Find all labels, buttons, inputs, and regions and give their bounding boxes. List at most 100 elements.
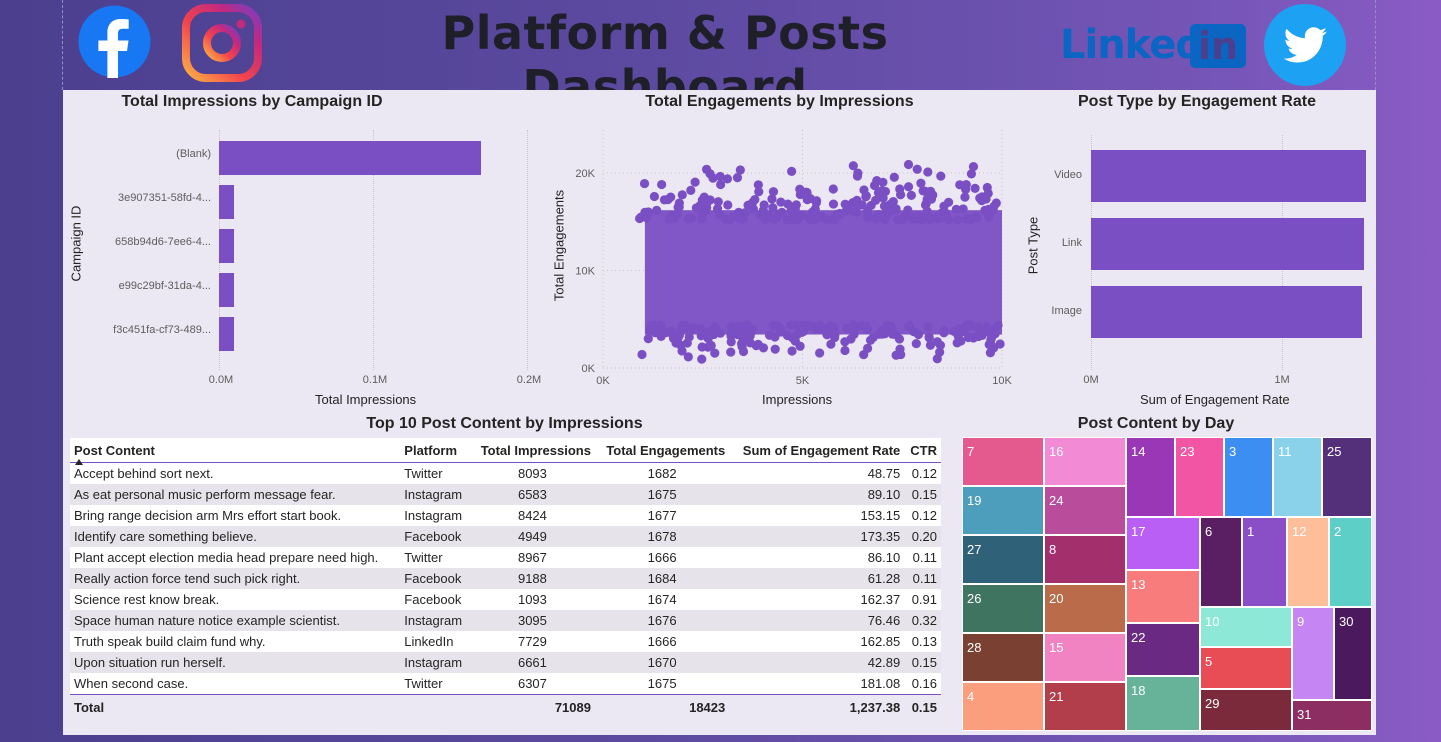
table-row[interactable]: Bring range decision arm Mrs effort star… bbox=[70, 505, 941, 526]
treemap-cell[interactable]: 11 bbox=[1273, 437, 1322, 517]
scatter-point[interactable] bbox=[981, 194, 991, 204]
scatter-point[interactable] bbox=[939, 328, 949, 338]
treemap-cell[interactable]: 15 bbox=[1044, 633, 1126, 682]
col-total-engagements[interactable]: Total Engagements bbox=[594, 438, 730, 463]
scatter-point[interactable] bbox=[697, 354, 707, 364]
treemap-cell[interactable]: 18 bbox=[1126, 676, 1200, 731]
treemap-cell[interactable]: 17 bbox=[1126, 517, 1200, 570]
post-type-bar[interactable] bbox=[1091, 150, 1367, 202]
scatter-point[interactable] bbox=[656, 322, 666, 332]
campaign-bar[interactable] bbox=[219, 141, 481, 175]
scatter-point[interactable] bbox=[726, 347, 736, 357]
campaign-bar[interactable] bbox=[219, 317, 235, 351]
scatter-point[interactable] bbox=[649, 191, 659, 202]
scatter-point[interactable] bbox=[897, 215, 908, 225]
scatter-point[interactable] bbox=[970, 183, 980, 193]
scatter-point[interactable] bbox=[684, 332, 694, 342]
scatter-point[interactable] bbox=[828, 199, 839, 209]
treemap-cell[interactable]: 16 bbox=[1044, 437, 1126, 486]
scatter-point[interactable] bbox=[787, 166, 797, 176]
scatter-point[interactable] bbox=[961, 180, 971, 190]
treemap-cell[interactable]: 9 bbox=[1292, 607, 1334, 700]
scatter-point[interactable] bbox=[951, 204, 961, 214]
scatter-point[interactable] bbox=[745, 338, 755, 348]
scatter-point[interactable] bbox=[805, 193, 815, 204]
scatter-point[interactable] bbox=[645, 325, 655, 336]
scatter-point[interactable] bbox=[701, 164, 712, 174]
scatter-point[interactable] bbox=[710, 324, 720, 334]
scatter-point[interactable] bbox=[828, 184, 838, 194]
col-post-content[interactable]: Post Content bbox=[70, 438, 401, 463]
scatter-point[interactable] bbox=[963, 332, 974, 343]
scatter-point[interactable] bbox=[688, 323, 698, 334]
scatter-point[interactable] bbox=[916, 178, 926, 188]
scatter-point[interactable] bbox=[637, 349, 647, 360]
treemap-cell[interactable]: 30 bbox=[1334, 607, 1372, 700]
scatter-point[interactable] bbox=[639, 178, 650, 189]
scatter-point[interactable] bbox=[656, 331, 666, 341]
campaign-bar[interactable] bbox=[219, 273, 235, 307]
treemap-cell[interactable]: 23 bbox=[1175, 437, 1224, 517]
scatter-point[interactable] bbox=[686, 185, 696, 195]
scatter-point[interactable] bbox=[643, 333, 653, 344]
scatter-point[interactable] bbox=[968, 162, 979, 172]
scatter-point[interactable] bbox=[728, 212, 738, 222]
table-row[interactable]: Upon situation run herself. Instagram 6661… bbox=[70, 652, 941, 673]
campaign-bar[interactable] bbox=[219, 185, 235, 219]
scatter-point[interactable] bbox=[906, 190, 916, 200]
scatter-point[interactable] bbox=[932, 337, 942, 347]
treemap-cell[interactable]: 29 bbox=[1200, 689, 1292, 731]
scatter-point[interactable] bbox=[690, 177, 700, 187]
treemap-cell[interactable]: 4 bbox=[962, 682, 1044, 731]
table-row[interactable]: Plant accept election media head prepare… bbox=[70, 547, 941, 568]
scatter-point[interactable] bbox=[943, 197, 954, 207]
scatter-point[interactable] bbox=[840, 345, 850, 356]
sort-ascending-icon[interactable] bbox=[75, 459, 83, 465]
scatter-point[interactable] bbox=[982, 182, 992, 193]
table-row[interactable]: As eat personal music perform message fe… bbox=[70, 484, 941, 505]
scatter-point[interactable] bbox=[895, 344, 905, 354]
scatter-point[interactable] bbox=[845, 201, 856, 212]
scatter-point[interactable] bbox=[995, 339, 1005, 349]
scatter-point[interactable] bbox=[849, 328, 859, 338]
scatter-point[interactable] bbox=[903, 321, 914, 332]
treemap-cell[interactable]: 5 bbox=[1200, 647, 1292, 689]
scatter-point[interactable] bbox=[696, 214, 707, 224]
scatter-point[interactable] bbox=[830, 214, 840, 225]
campaign-bar[interactable] bbox=[219, 229, 235, 263]
scatter-point[interactable] bbox=[701, 198, 712, 209]
scatter-point[interactable] bbox=[818, 324, 828, 334]
treemap-cell[interactable]: 14 bbox=[1126, 437, 1175, 517]
scatter-point[interactable] bbox=[903, 182, 914, 192]
scatter-point[interactable] bbox=[754, 187, 764, 197]
scatter-point[interactable] bbox=[652, 205, 662, 215]
scatter-plot[interactable]: 0K 5K 10K 0K 10K 20K bbox=[541, 90, 1018, 411]
scatter-point[interactable] bbox=[984, 212, 994, 222]
post-type-bar[interactable] bbox=[1091, 218, 1365, 270]
scatter-point[interactable] bbox=[667, 210, 677, 221]
treemap-cell[interactable]: 22 bbox=[1126, 623, 1200, 676]
scatter-point[interactable] bbox=[815, 348, 825, 358]
scatter-point[interactable] bbox=[921, 198, 931, 208]
scatter-point[interactable] bbox=[870, 195, 881, 205]
scatter-point[interactable] bbox=[861, 192, 871, 202]
scatter-point[interactable] bbox=[974, 322, 984, 332]
col-ctr[interactable]: CTR bbox=[904, 438, 941, 463]
scatter-point[interactable] bbox=[986, 335, 996, 345]
scatter-point[interactable] bbox=[880, 329, 890, 339]
scatter-point[interactable] bbox=[697, 326, 707, 336]
scatter-point[interactable] bbox=[977, 330, 987, 341]
treemap-cell[interactable]: 31 bbox=[1292, 700, 1372, 731]
scatter-point[interactable] bbox=[885, 199, 895, 210]
col-platform[interactable]: Platform bbox=[400, 438, 470, 463]
post-type-bar[interactable] bbox=[1091, 286, 1363, 338]
scatter-point[interactable] bbox=[935, 347, 945, 357]
scatter-point[interactable] bbox=[923, 167, 933, 177]
scatter-point[interactable] bbox=[895, 190, 906, 200]
scatter-point[interactable] bbox=[876, 213, 886, 223]
scatter-point[interactable] bbox=[993, 320, 1003, 330]
treemap-cell[interactable]: 7 bbox=[962, 437, 1044, 486]
treemap-cell[interactable]: 10 bbox=[1200, 607, 1292, 647]
scatter-point[interactable] bbox=[961, 214, 971, 224]
scatter-point[interactable] bbox=[972, 213, 982, 223]
